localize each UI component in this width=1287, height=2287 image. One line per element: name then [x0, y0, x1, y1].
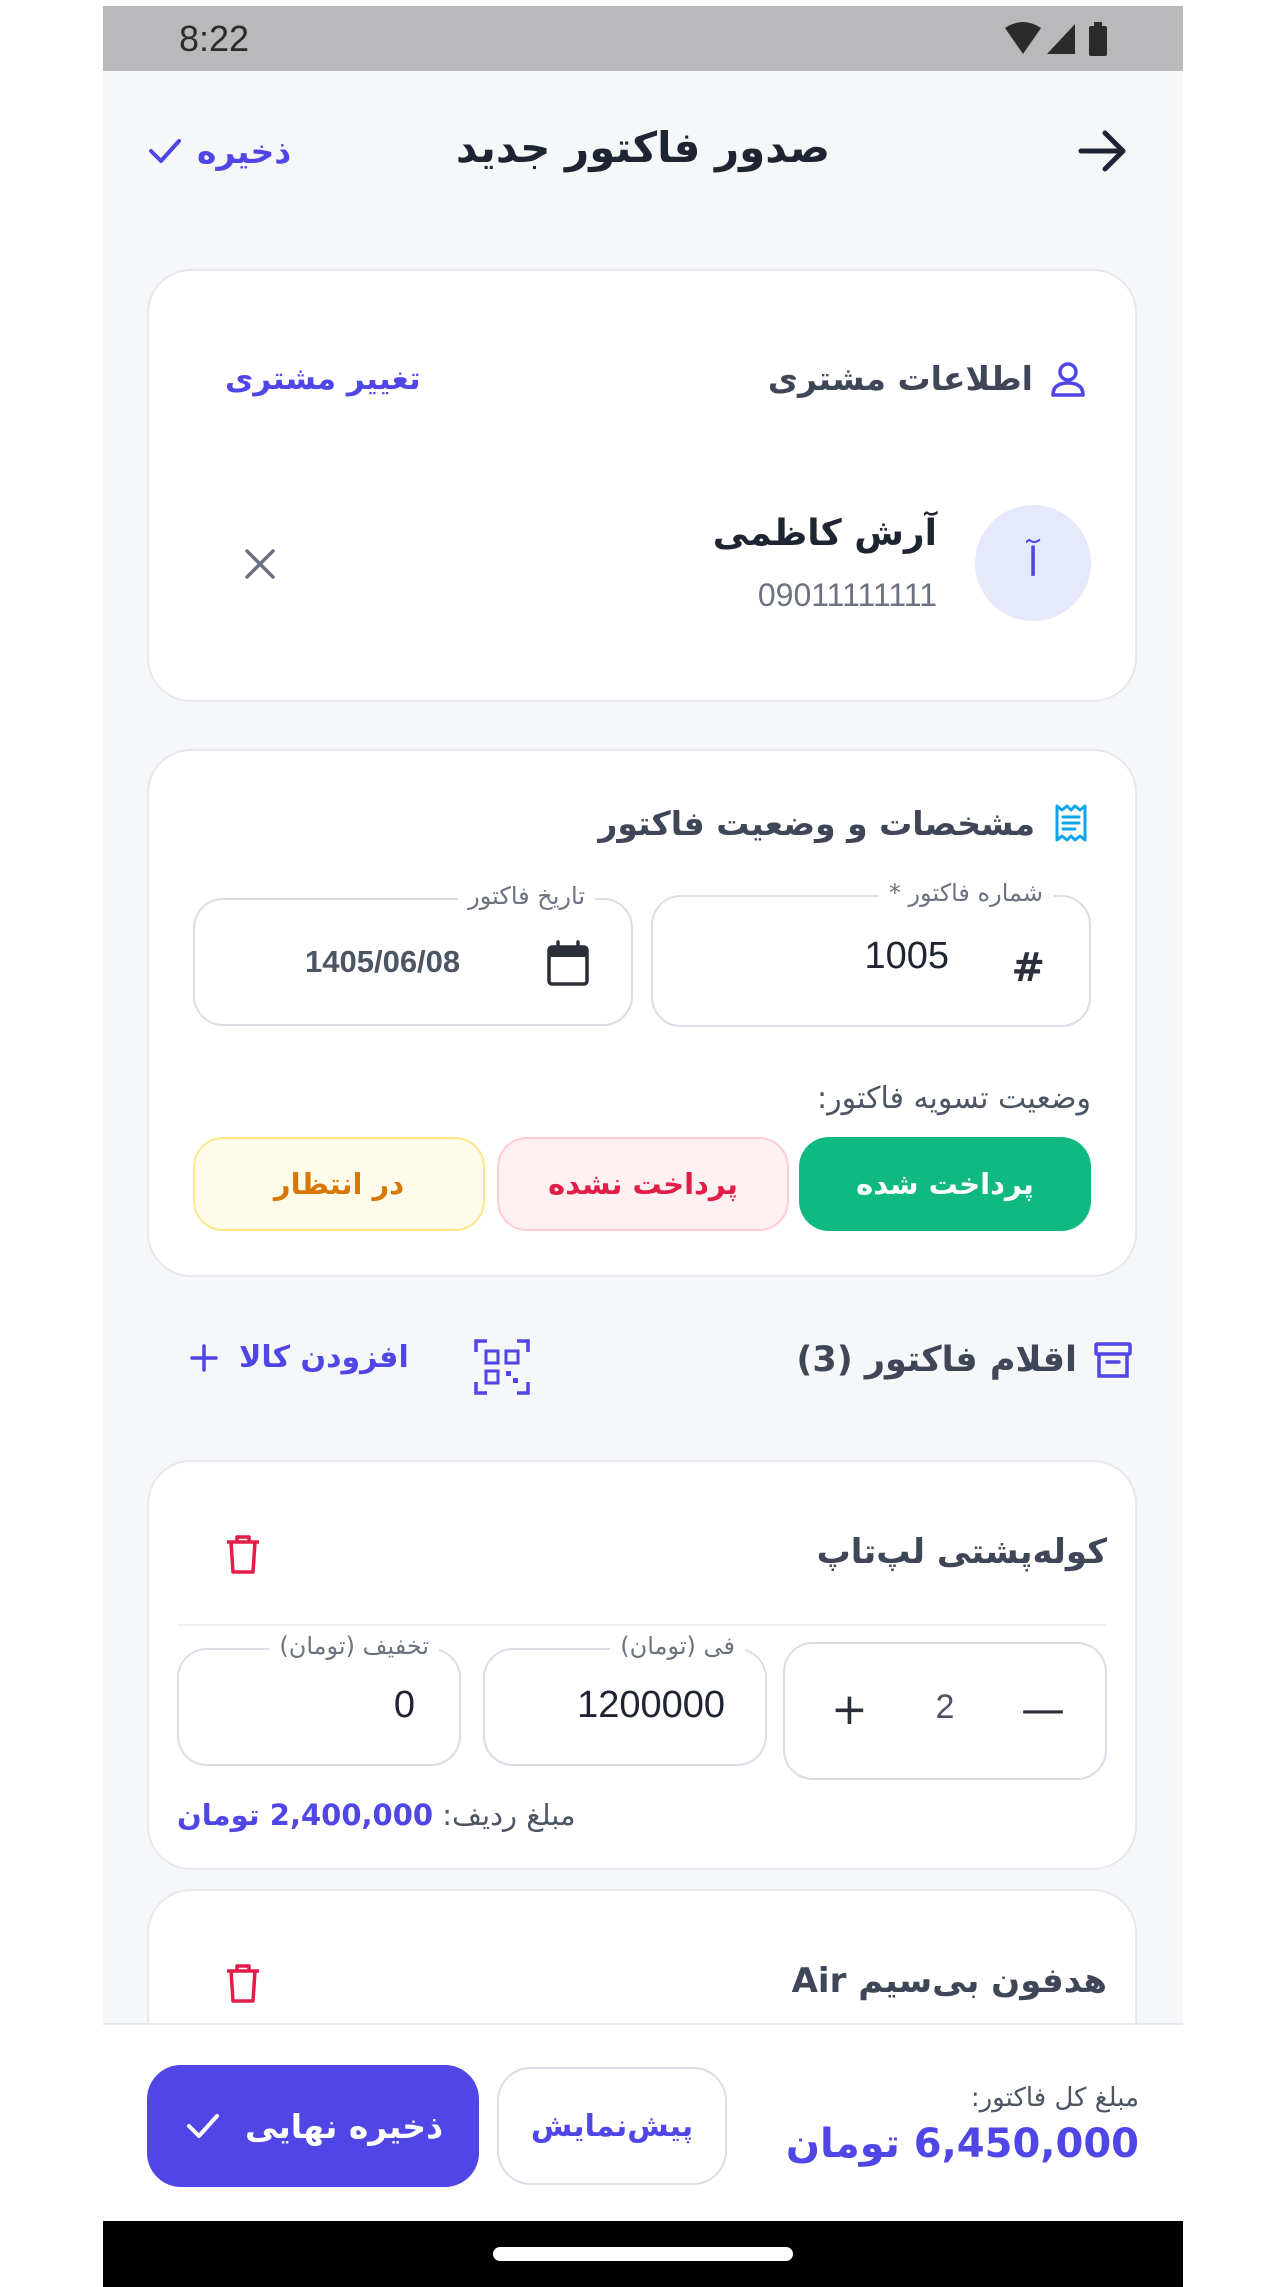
- hash-icon: #: [1011, 945, 1045, 991]
- customer-name: آرش کاظمی: [712, 513, 937, 554]
- trash-icon: [227, 1535, 259, 1574]
- status-time: 8:22: [179, 18, 250, 59]
- status-unpaid-button[interactable]: پرداخت نشده: [497, 1137, 789, 1231]
- barcode-scan-button[interactable]: [473, 1338, 531, 1396]
- close-icon: [245, 549, 275, 579]
- invoice-spec-card: مشخصات و وضعیت فاکتور شماره فاکتور * 100…: [147, 749, 1137, 1277]
- item-name: هدفون بی‌سیم Air: [791, 1961, 1107, 2001]
- discount-field[interactable]: تخفیف (تومان) 0: [177, 1632, 461, 1766]
- unit-price-value: 1200000: [577, 1684, 725, 1726]
- invoice-date-value: 1405/06/08: [305, 944, 461, 979]
- preview-button[interactable]: پیش‌نمایش: [497, 2067, 727, 2185]
- battery-icon: [1089, 22, 1107, 56]
- invoice-spec-header: مشخصات و وضعیت فاکتور: [598, 803, 1091, 843]
- avatar: آ: [975, 505, 1091, 621]
- system-navigation-bar: [103, 2221, 1183, 2287]
- wifi-icon: [1005, 22, 1041, 54]
- items-section-title: اقلام فاکتور (3): [796, 1340, 1077, 1380]
- invoice-spec-title: مشخصات و وضعیت فاکتور: [598, 803, 1035, 843]
- invoice-date-field[interactable]: تاریخ فاکتور 1405/06/08: [193, 882, 633, 1026]
- final-save-button[interactable]: ذخیره نهایی: [147, 2065, 479, 2187]
- items-header: اقلام فاکتور (3) افزودن کالا: [103, 1316, 1183, 1416]
- invoice-date-label: تاریخ فاکتور: [458, 882, 595, 910]
- row-total-value: 2,400,000 تومان: [177, 1798, 434, 1832]
- calendar-icon: [547, 940, 589, 986]
- quantity-stepper: — 2 +: [783, 1642, 1107, 1780]
- customer-card: اطلاعات مشتری تغییر مشتری آ آرش کاظمی 09…: [147, 269, 1137, 702]
- row-total: مبلغ ردیف: 2,400,000 تومان: [177, 1798, 576, 1832]
- item-name: کوله‌پشتی لپ‌تاپ: [816, 1532, 1107, 1572]
- discount-value: 0: [393, 1684, 415, 1726]
- receipt-icon: [1055, 804, 1087, 842]
- save-label: ذخیره: [197, 131, 292, 171]
- status-bar: 8:22: [103, 6, 1183, 71]
- bottom-action-bar: مبلغ کل فاکتور: 6,450,000 تومان پیش‌نمای…: [103, 2023, 1183, 2223]
- status-paid-button[interactable]: پرداخت شده: [799, 1137, 1091, 1231]
- invoice-number-field[interactable]: شماره فاکتور * 1005 #: [651, 879, 1091, 1027]
- archive-box-icon: [1094, 1342, 1132, 1378]
- customer-section-title: اطلاعات مشتری: [767, 359, 1033, 398]
- invoice-number-label: شماره فاکتور *: [878, 879, 1053, 907]
- unit-price-field[interactable]: فی (تومان) 1200000: [483, 1632, 767, 1766]
- status-pending-button[interactable]: در انتظار: [193, 1137, 485, 1231]
- unit-price-label: فی (تومان): [610, 1632, 745, 1660]
- customer-phone: 09011111111: [757, 577, 937, 613]
- add-item-button[interactable]: افزودن کالا: [187, 1340, 409, 1375]
- home-gesture-handle[interactable]: [493, 2247, 793, 2261]
- add-item-label: افزودن کالا: [239, 1340, 409, 1375]
- divider: [177, 1624, 1107, 1626]
- delete-item-button[interactable]: [221, 1532, 265, 1576]
- discount-label: تخفیف (تومان): [269, 1632, 439, 1660]
- settlement-label: وضعیت تسویه فاکتور:: [817, 1081, 1091, 1116]
- increase-quantity-button[interactable]: +: [831, 1684, 868, 1735]
- invoice-total-label: مبلغ کل فاکتور:: [970, 2083, 1139, 2113]
- trash-icon: [227, 1964, 259, 2003]
- check-icon: [186, 2114, 219, 2138]
- user-icon: [1051, 361, 1085, 397]
- remove-customer-button[interactable]: [237, 541, 283, 587]
- customer-section-header: اطلاعات مشتری: [768, 359, 1087, 398]
- invoice-item-card: کوله‌پشتی لپ‌تاپ — 2 + فی (تومان) 120000…: [147, 1460, 1137, 1870]
- qr-scan-icon: [474, 1339, 530, 1395]
- save-button[interactable]: ذخیره: [145, 121, 291, 181]
- status-icons: [1003, 20, 1113, 62]
- phone-screen: 8:22 صدور فاکتور جدید ذخیره اطلاعات مشتر…: [103, 6, 1183, 2287]
- change-customer-button[interactable]: تغییر مشتری: [225, 361, 421, 397]
- items-section-header: اقلام فاکتور (3): [796, 1340, 1133, 1380]
- invoice-total-value: 6,450,000 تومان: [785, 2121, 1139, 2167]
- delete-item-button[interactable]: [221, 1961, 265, 2005]
- check-icon: [149, 139, 181, 163]
- app-bar: صدور فاکتور جدید ذخیره: [103, 71, 1183, 236]
- row-total-label: مبلغ ردیف:: [442, 1798, 576, 1832]
- final-save-label: ذخیره نهایی: [244, 2106, 444, 2146]
- plus-icon: [190, 1343, 218, 1372]
- invoice-number-value: 1005: [864, 935, 949, 977]
- signal-icon: [1047, 24, 1075, 54]
